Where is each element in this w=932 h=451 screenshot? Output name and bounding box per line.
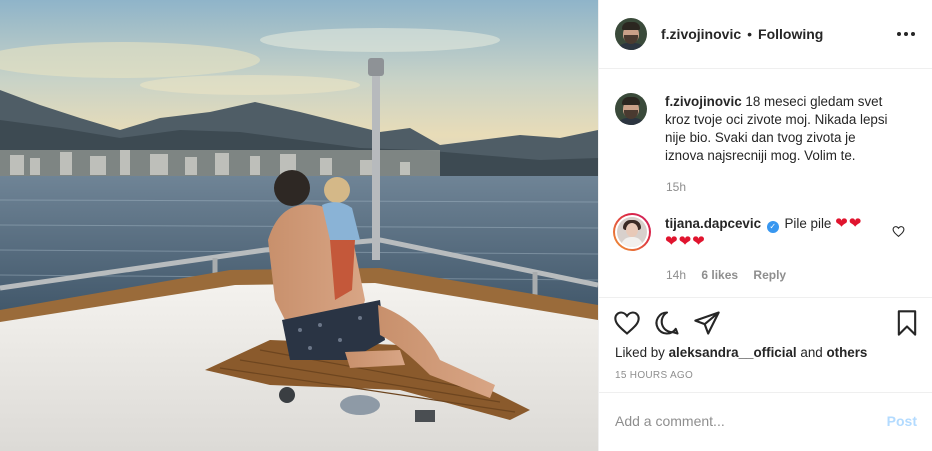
author-username[interactable]: f.zivojinovic [661,26,741,42]
heart-icon[interactable] [613,309,641,337]
liked-by-others[interactable]: others [826,345,867,360]
heart-emoji: ❤❤❤ [665,233,706,250]
comment-icon[interactable] [653,309,681,337]
verified-badge-icon: ✓ [766,221,779,233]
separator-dot: • [747,26,753,42]
action-bar [599,306,932,342]
comment-text: tijana.dapcevic ✓ Pile pile ❤❤ ❤❤❤ [665,213,875,251]
liked-by-and: and [800,345,823,360]
caption-avatar[interactable] [615,93,647,125]
following-button[interactable]: Following [758,26,823,42]
comments-section: f.zivojinovic 18 meseci gledam svet kroz… [599,70,932,298]
liked-by-prefix: Liked by [615,345,665,360]
share-icon[interactable] [693,309,721,337]
post-comment-button[interactable]: Post [887,413,917,429]
caption-time[interactable]: 15h [666,180,686,194]
add-comment-bar: Post [599,392,932,451]
post-timestamp[interactable]: 15 HOURS AGO [615,370,693,381]
post-header: f.zivojinovic • Following [599,0,932,69]
commenter-username[interactable]: tijana.dapcevic [665,216,761,231]
comment-item: tijana.dapcevic ✓ Pile pile ❤❤ ❤❤❤ [613,213,875,251]
post-sidebar: f.zivojinovic • Following f.zivojinovic … [598,0,932,451]
liked-by-user[interactable]: aleksandra__official [669,345,797,360]
liked-by: Liked by aleksandra__official and others [615,345,867,360]
reply-button[interactable]: Reply [753,268,786,282]
photo-scene [0,0,598,451]
small-heart-icon[interactable] [892,225,905,241]
comment-likes[interactable]: 6 likes [701,268,738,282]
author-avatar[interactable] [615,18,647,50]
heart-emoji: ❤❤ [835,215,863,232]
more-options-icon[interactable] [894,24,918,44]
post-photo[interactable] [0,0,598,451]
comment-input[interactable] [615,410,865,432]
comment-meta: 14h 6 likes Reply [666,268,798,282]
commenter-avatar[interactable] [613,213,651,251]
caption-text: f.zivojinovic 18 meseci gledam svet kroz… [665,93,895,165]
comment-time[interactable]: 14h [666,268,686,282]
caption-username[interactable]: f.zivojinovic [665,94,742,109]
bookmark-icon[interactable] [893,309,921,337]
post-caption: f.zivojinovic 18 meseci gledam svet kroz… [615,93,895,165]
comment-body: Pile pile [784,216,832,231]
